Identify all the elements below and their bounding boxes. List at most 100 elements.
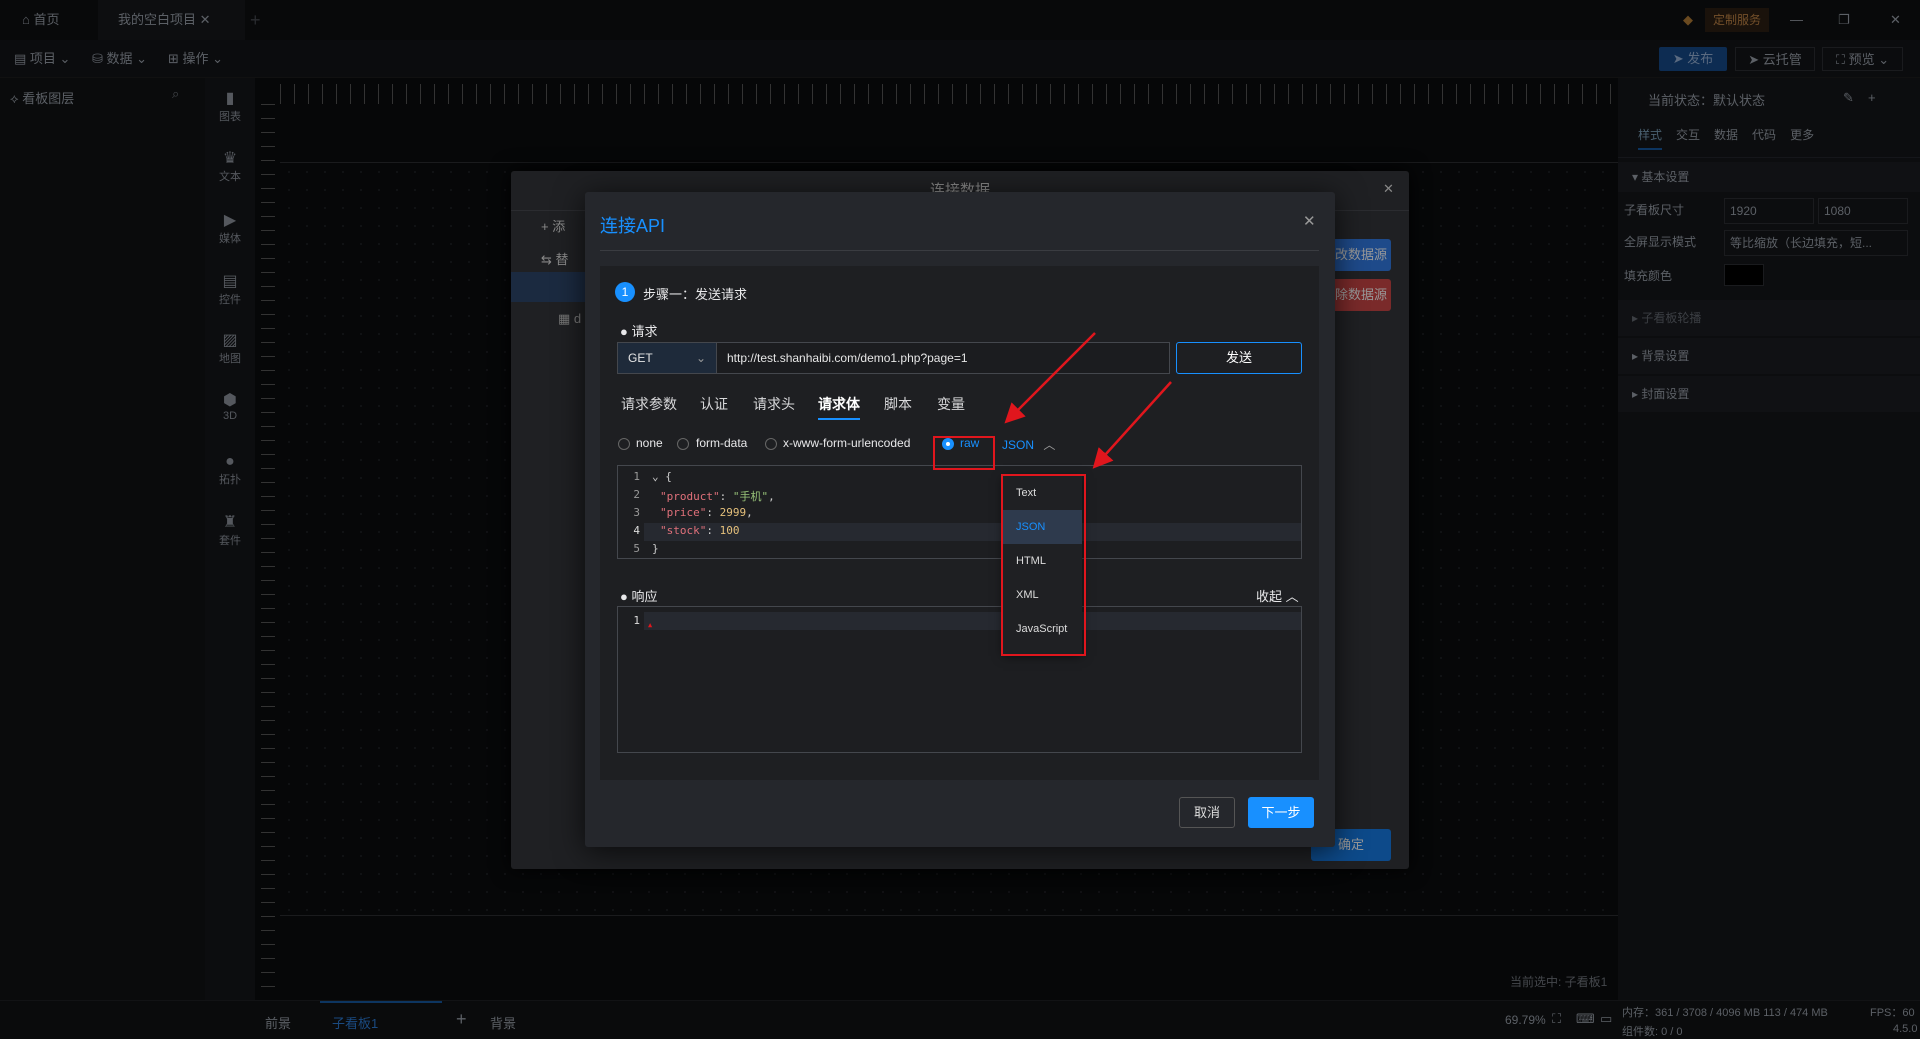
list-item-label: 替 [555,252,569,267]
component-label: 文本 [219,171,241,183]
tab-body[interactable]: 请求体 [818,394,860,420]
code-value: 2999 [719,506,747,519]
tab-variables[interactable]: 变量 [937,394,965,414]
terminal-icon[interactable]: ▭ [1600,1011,1612,1027]
cover-section[interactable]: ▸ 封面设置 [1618,376,1920,412]
tab-interaction[interactable]: 交互 [1676,128,1700,142]
fit-icon[interactable]: ⛶ [1552,1011,1561,1027]
close-icon[interactable]: ✕ [200,12,211,27]
foreground-tab[interactable]: 前景 [265,1013,291,1032]
custom-service-button[interactable]: 定制服务 [1705,8,1770,32]
project-menu[interactable]: ▤ 项目 ⌄ [14,40,70,78]
tab-script[interactable]: 脚本 [884,394,912,414]
method-select[interactable]: GET ⌄ [617,342,717,374]
component-label: 拓扑 [219,474,241,486]
list-icon: ▤ [222,273,238,290]
tab-headers[interactable]: 请求头 [753,394,795,414]
tab-style[interactable]: 样式 [1638,128,1663,150]
body-editor[interactable]: 1 ⌄ { 2 "product": "手机", 3 "price": 2999, 4… [617,465,1302,559]
vertical-ruler [261,104,275,1000]
version-text: 4.5.0 [1893,1023,1918,1035]
horizontal-ruler [280,84,1618,104]
component-kit[interactable]: ♜ 套件 [205,514,255,548]
add-icon[interactable]: + [1868,90,1876,105]
add-board-button[interactable]: + [456,1009,467,1030]
format-value: JSON [1002,438,1035,452]
add-tab-button[interactable]: + [250,0,261,40]
next-button[interactable]: 下一步 [1248,797,1314,828]
cloud-label: 云托管 [1762,52,1802,67]
radio-urlencoded[interactable] [765,438,777,450]
basic-section[interactable]: ▾ 基本设置 [1618,162,1920,192]
operate-menu[interactable]: ⊞ 操作 ⌄ [168,40,223,78]
restore-icon[interactable]: ❐ [1838,0,1850,40]
shirt-icon: ♜ [222,514,238,531]
width-value: 1920 [1730,204,1757,218]
project-tab-label: 我的空白项目 [118,12,197,27]
carousel-section[interactable]: ▸ 子看板轮播 [1618,300,1920,336]
send-button[interactable]: 发送 [1176,342,1302,374]
tab-data[interactable]: 数据 [1714,128,1738,142]
background-section[interactable]: ▸ 背景设置 [1618,338,1920,374]
url-input[interactable]: http://test.shanhaibi.com/demo1.php?page… [716,342,1170,374]
cancel-button[interactable]: 取消 [1179,797,1235,828]
background-tab[interactable]: 背景 [490,1013,516,1032]
list-item[interactable]: ⇆ 替 [541,249,569,268]
search-icon[interactable]: ⌕ [172,86,179,102]
data-menu-label: 数据 [106,51,133,66]
fullscreen-select[interactable]: 等比缩放（长边填充，短... [1724,230,1908,256]
height-value: 1080 [1824,204,1851,218]
project-tab[interactable]: 我的空白项目 ✕ [98,0,245,40]
crown-icon: ♛ [222,150,238,167]
list-item-label: d [573,311,582,326]
tab-auth[interactable]: 认证 [700,394,728,414]
toolbar: ▤ 项目 ⌄ ⛁ 数据 ⌄ ⊞ 操作 ⌄ ➤ 发布 ➤ 云托管 ⛶ 预览 ⌄ [0,40,1920,78]
edit-icon[interactable]: ✎ [1843,90,1854,106]
list-item-selected[interactable] [511,272,591,302]
code-value: "手机" [732,490,769,503]
request-label: 请求 [631,324,658,339]
active-line [644,523,1301,541]
component-control[interactable]: ▤ 控件 [205,273,255,307]
height-input[interactable]: 1080 [1818,198,1908,224]
tab-more[interactable]: 更多 [1790,128,1814,142]
component-text[interactable]: ♛ 文本 [205,150,255,184]
format-select[interactable]: JSON ︿ [1002,436,1055,453]
component-topology[interactable]: ● 拓扑 [205,453,255,487]
request-heading: ● 请求 [620,324,658,339]
radio-none[interactable] [618,438,630,450]
cloud-button[interactable]: ➤ 云托管 [1735,47,1815,71]
fill-label: 填充颜色 [1624,269,1673,283]
component-map[interactable]: ▨ 地图 [205,332,255,366]
home-tab[interactable]: ⌂ 首页 [22,0,59,40]
line-number: 5 [633,542,640,555]
keyboard-icon[interactable]: ⌨ [1576,1011,1595,1027]
list-item[interactable]: + 添 [541,216,565,235]
list-item[interactable]: ▦ d [558,311,581,327]
tab-params[interactable]: 请求参数 [621,394,677,414]
width-input[interactable]: 1920 [1724,198,1814,224]
board-tab[interactable]: 子看板1 [320,1001,442,1039]
preview-button[interactable]: ⛶ 预览 ⌄ [1822,47,1903,71]
response-editor[interactable]: 1 ▲ [617,606,1302,753]
close-icon[interactable]: ✕ [1303,212,1316,230]
data-menu[interactable]: ⛁ 数据 ⌄ [92,40,147,78]
radio-form-data[interactable] [677,438,689,450]
close-icon[interactable]: ✕ [1383,181,1394,197]
fill-color-picker[interactable] [1724,264,1764,286]
publish-button[interactable]: ➤ 发布 [1659,47,1727,71]
fill-row: 填充颜色 [1618,264,1920,288]
minimize-icon[interactable]: — [1790,0,1803,40]
state-label: 当前状态：默认状态 [1648,93,1766,108]
code-line: "stock": 100 [660,524,740,537]
close-window-icon[interactable]: ✕ [1890,0,1901,40]
component-media[interactable]: ▶ 媒体 [205,212,255,246]
component-3d[interactable]: ⬢ 3D [205,392,255,422]
tab-code[interactable]: 代码 [1752,128,1776,142]
layers-panel: ⟡ 看板图层 ⌕ [0,78,205,1000]
component-label: 图表 [219,111,241,123]
collapse-button[interactable]: 收起 ︿ [1256,586,1299,605]
home-label: 首页 [33,12,60,27]
component-chart[interactable]: ▮ 图表 [205,90,255,124]
map-icon: ▨ [222,332,238,349]
